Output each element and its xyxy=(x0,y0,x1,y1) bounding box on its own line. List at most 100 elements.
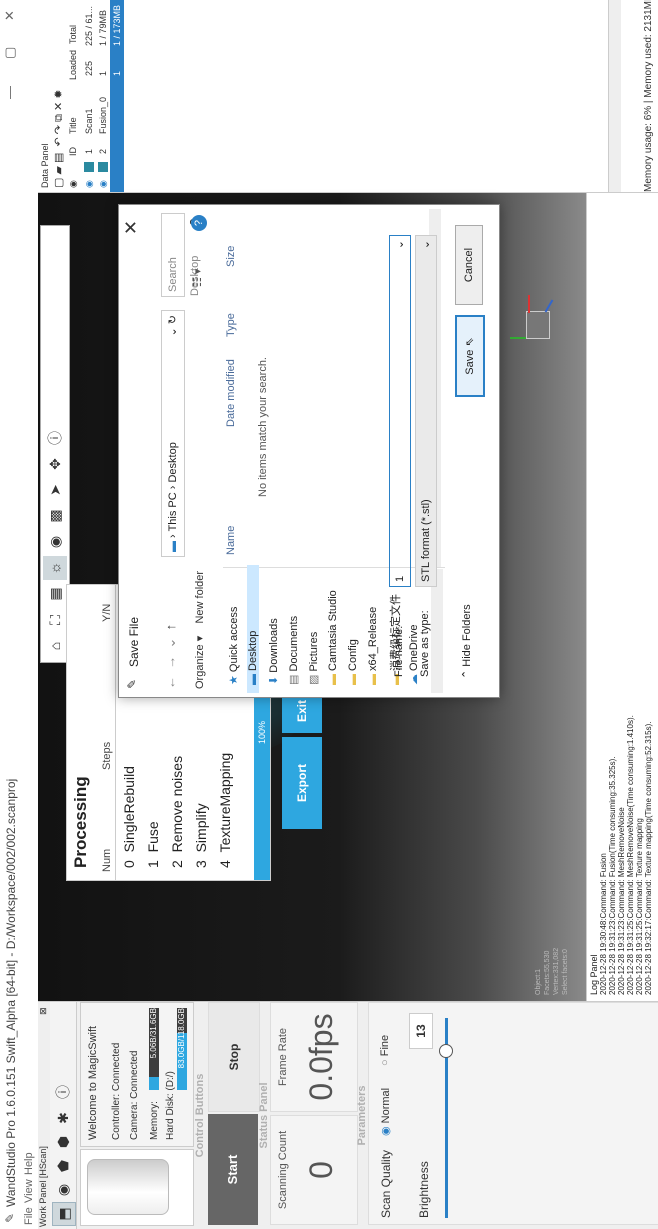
menu-file[interactable]: File xyxy=(23,1207,35,1225)
export-button[interactable]: Export xyxy=(282,737,322,829)
work-panel: Work Panel [HScan] ⊠ ⬒ ◉ ⬟ ⬢ ✱ ⓘ Welcome… xyxy=(38,1001,658,1229)
stop-button[interactable]: Stop xyxy=(208,1002,260,1112)
new-file-icon[interactable]: ▢ xyxy=(53,178,65,188)
horizontal-scrollbar[interactable] xyxy=(608,0,621,192)
copy-icon[interactable]: ⧉ xyxy=(53,114,65,122)
data-panel-toolbar: ▢ ▰ ▤ ↶ ↷ ⧉ ✕ ✹ xyxy=(52,89,66,188)
settings-icon[interactable]: ✹ xyxy=(53,89,65,98)
visible-icon[interactable]: ◉ xyxy=(84,180,95,188)
save-file-dialog: ✎ Save File ✕ ← → ⌄ ↑ ▬ › This PC › Desk… xyxy=(118,204,500,698)
nav-config[interactable]: ▬ Config xyxy=(347,639,359,685)
log-line: 2020-12-28 19:30:48:Command: Fusion xyxy=(599,853,608,995)
document-icon: ▤ xyxy=(288,674,300,685)
dialog-close-icon[interactable]: ✕ xyxy=(121,220,142,235)
move-icon[interactable]: ✥ xyxy=(43,452,67,476)
delete-icon[interactable]: ✕ xyxy=(53,102,65,111)
camera-status: Camera: Connected xyxy=(129,1050,140,1141)
help-icon[interactable]: ? xyxy=(191,215,207,231)
step-num: 1 xyxy=(145,860,161,868)
info-icon[interactable]: ⓘ xyxy=(43,426,67,450)
app-logo-icon: ✎ xyxy=(3,1212,17,1223)
file-name-input[interactable]: 1 ⌄ xyxy=(389,235,411,587)
col-size[interactable]: Size xyxy=(225,246,237,267)
view-options-icon[interactable]: ☷ ▾ xyxy=(191,269,204,287)
memory-usage-status: Memory usage: 6% | Memory used: 2131MB xyxy=(643,0,654,192)
col-date-modified[interactable]: Date modified xyxy=(225,359,237,427)
vertex-count: Vertex:331,082 xyxy=(553,947,560,995)
scan-tab-icon[interactable]: ⬒ xyxy=(52,1202,76,1226)
close-button[interactable]: ✕ xyxy=(2,10,18,21)
quality-fine-radio[interactable]: ○ Fine xyxy=(379,1035,391,1066)
close-panel-icon[interactable]: ⊠ xyxy=(38,1007,49,1015)
refresh-icon[interactable]: ⌄ ↻ xyxy=(162,315,184,337)
shape-tab-icon[interactable]: ⬟ xyxy=(52,1155,74,1177)
select-icon[interactable]: ➤ xyxy=(43,478,67,502)
fit-view-icon[interactable]: ⛶ xyxy=(43,608,67,632)
address-bar[interactable]: ▬ › This PC › Desktop ⌄ ↻ xyxy=(161,310,185,557)
start-button[interactable]: Start xyxy=(208,1114,258,1225)
minimize-button[interactable]: — xyxy=(2,86,17,99)
nav-scrollbar[interactable] xyxy=(431,569,443,693)
target-tab-icon[interactable]: ◉ xyxy=(52,1179,74,1201)
organize-menu[interactable]: Organize ▾ xyxy=(194,636,206,689)
recent-dropdown-icon[interactable]: ⌄ xyxy=(163,638,178,649)
log-line: 2020-12-28 19:32:17:Command: Texture map… xyxy=(644,721,653,996)
info-tab-icon[interactable]: ⓘ xyxy=(52,1081,74,1103)
save-icon[interactable]: ▤ xyxy=(53,153,65,163)
nav-documents[interactable]: ▤ Documents xyxy=(287,616,300,685)
back-icon[interactable]: ← xyxy=(163,676,178,689)
log-line: 2020-12-28 19:31:25:Command: MeshRemoveN… xyxy=(626,715,635,995)
save-as-type-select[interactable]: STL format (*.stl) ⌄ xyxy=(415,235,437,587)
nav-camtasia[interactable]: ▬ Camtasia Studio xyxy=(327,590,339,685)
menu-help[interactable]: Help xyxy=(23,1152,35,1175)
table-row[interactable]: ◉ 1 Scan1 225 225 / 61... xyxy=(82,0,96,192)
col-type[interactable]: Type xyxy=(225,313,237,337)
table-row[interactable]: ◉ 2 Fusion_0 1 1 / 79MB xyxy=(96,0,110,192)
cancel-button[interactable]: Cancel xyxy=(455,225,483,305)
device-info-box: Welcome to MagicSwift Controller: Connec… xyxy=(80,1002,194,1147)
scanning-count-label: Scanning Count xyxy=(277,1130,289,1210)
row-total: 1 / 173MB xyxy=(112,4,122,46)
visibility-icon[interactable]: ◉ xyxy=(43,530,67,554)
forward-icon[interactable]: → xyxy=(163,656,178,669)
col-title: Title xyxy=(68,117,78,134)
work-panel-header: Work Panel [HScan] ⊠ xyxy=(38,1002,50,1229)
cube-tab-icon[interactable]: ⬢ xyxy=(52,1131,74,1153)
navigation-pane: ★ Quick access ▬ Desktop ⬇ Downloads ▤ D… xyxy=(223,565,445,693)
nav-pictures[interactable]: ▨ Pictures xyxy=(307,632,320,685)
settings-tab-icon[interactable]: ✱ xyxy=(52,1107,74,1129)
nav-desktop[interactable]: ▬ Desktop xyxy=(247,565,259,693)
home-view-icon[interactable]: ⌂ xyxy=(43,634,67,658)
visible-icon[interactable]: ◉ xyxy=(98,180,109,188)
nav-downloads[interactable]: ⬇ Downloads xyxy=(267,618,280,685)
col-id: ID xyxy=(68,147,78,156)
save-button[interactable]: Save ⇖ xyxy=(455,315,485,397)
search-input[interactable]: Search Desktop ⚲ xyxy=(161,213,201,297)
chevron-down-icon[interactable]: ⌄ xyxy=(390,240,410,249)
nav-arrows: ← → ⌄ ↑ xyxy=(163,624,179,689)
lighting-icon[interactable]: ☼ xyxy=(43,556,67,580)
col-name[interactable]: Name xyxy=(225,526,237,555)
maximize-button[interactable]: ▢ xyxy=(2,47,18,59)
nav-x64-release[interactable]: ▬ x64_Release xyxy=(367,607,379,685)
folder-icon[interactable]: ▰ xyxy=(53,166,65,174)
chevron-down-icon[interactable]: ⌄ xyxy=(416,240,436,249)
up-icon[interactable]: ↑ xyxy=(163,624,178,631)
row-title: Fusion_0 xyxy=(98,96,108,134)
brightness-value[interactable]: 13 xyxy=(409,1013,433,1049)
redo-icon[interactable]: ↷ xyxy=(53,125,65,134)
texture-icon[interactable]: ▩ xyxy=(43,504,67,528)
brightness-slider-handle[interactable] xyxy=(439,1044,453,1058)
menu-view[interactable]: View xyxy=(23,1179,35,1203)
table-row-selected[interactable]: 1 1 / 173MB xyxy=(110,0,124,192)
nav-quick-access[interactable]: ★ Quick access xyxy=(227,607,240,685)
hide-folders-label: Hide Folders xyxy=(461,604,473,667)
undo-icon[interactable]: ↶ xyxy=(53,137,65,146)
new-folder-button[interactable]: New folder xyxy=(194,571,206,624)
disk-bar: 83.0GB/118.0GB xyxy=(177,1008,187,1090)
step-row: 2 Remove noises xyxy=(169,756,185,868)
hide-folders-toggle[interactable]: ⌃ Hide Folders xyxy=(460,604,473,679)
grid-icon[interactable]: ▦ xyxy=(43,582,67,606)
quality-normal-radio[interactable]: ◉ Normal xyxy=(379,1088,392,1136)
memory-label: Memory: xyxy=(149,1101,160,1140)
